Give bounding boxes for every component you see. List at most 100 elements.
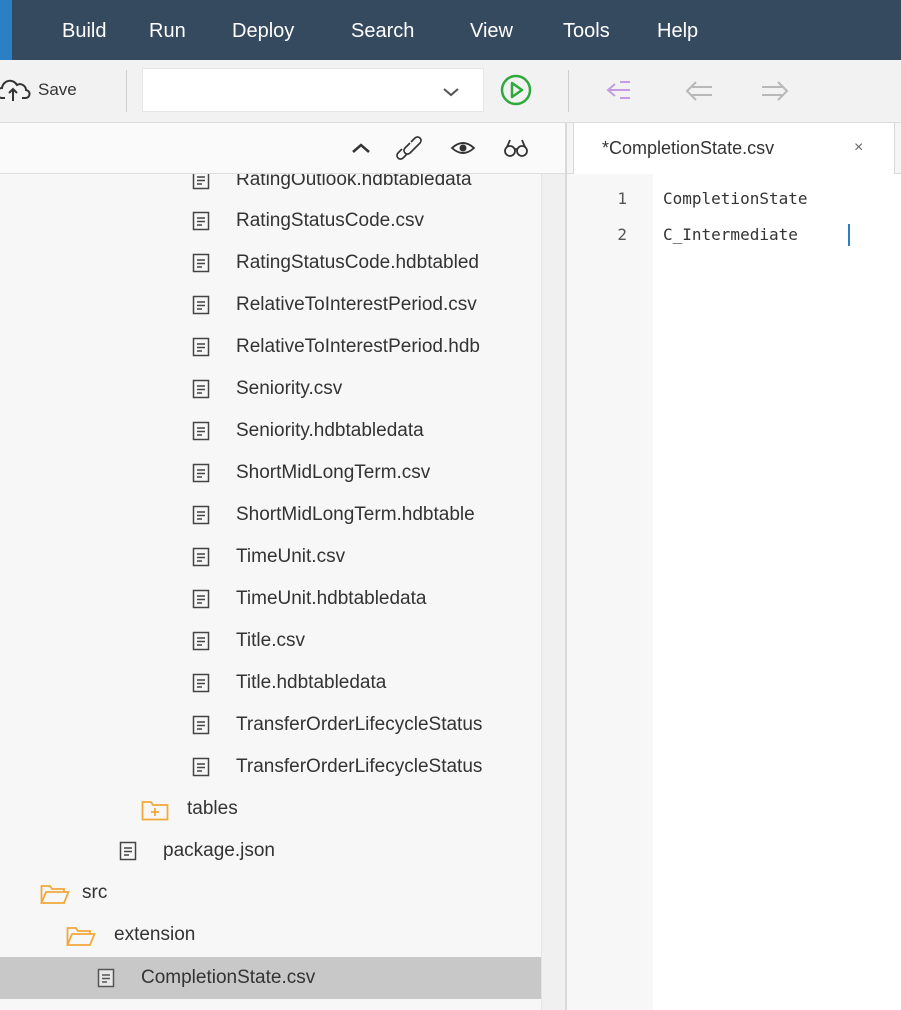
chevron-up-icon[interactable] xyxy=(348,136,374,160)
close-icon[interactable]: × xyxy=(854,123,863,173)
file-icon xyxy=(192,253,210,273)
run-config-select[interactable] xyxy=(142,68,484,112)
eye-icon[interactable] xyxy=(450,136,476,160)
code-line[interactable]: C_Intermediate xyxy=(663,225,798,244)
menu-search[interactable]: Search xyxy=(351,0,414,60)
tree-item-label: RatingOutlook.hdbtabledata xyxy=(236,174,472,190)
tree-item-label: package.json xyxy=(163,840,275,861)
menu-item-active[interactable] xyxy=(0,0,12,60)
tree-item-label: TransferOrderLifecycleStatus xyxy=(236,714,483,735)
tree-item-file[interactable]: RatingOutlook.hdbtabledata xyxy=(0,174,541,201)
toolbar-divider xyxy=(126,70,127,112)
file-icon xyxy=(192,757,210,777)
tree-item-file[interactable]: TransferOrderLifecycleStatus xyxy=(0,704,541,746)
file-icon xyxy=(192,337,210,357)
menu-view[interactable]: View xyxy=(470,0,513,60)
forward-icon[interactable] xyxy=(758,76,792,106)
tree-item-file[interactable]: RatingStatusCode.csv xyxy=(0,200,541,242)
tree-item-folder[interactable]: tables xyxy=(0,788,541,830)
menu-bar: Build Run Deploy Search View Tools Help xyxy=(0,0,901,60)
file-icon xyxy=(192,631,210,651)
tree-item-label: RatingStatusCode.hdbtabled xyxy=(236,252,479,273)
file-icon xyxy=(192,547,210,567)
workspace-panel: RatingOutlook.hdbtabledata RatingStatusC… xyxy=(0,123,566,1010)
text-caret xyxy=(848,224,850,246)
tree-item-label: TransferOrderLifecycleStatus xyxy=(236,756,483,777)
file-icon xyxy=(192,589,210,609)
tree-item-file[interactable]: Title.csv xyxy=(0,620,541,662)
folder-icon xyxy=(141,801,169,821)
tab-title: *CompletionState.csv xyxy=(602,138,775,158)
line-number: 1 xyxy=(617,189,627,208)
save-label: Save xyxy=(38,80,77,99)
file-icon xyxy=(192,174,210,190)
tree-item-label: TimeUnit.hdbtabledata xyxy=(236,588,427,609)
binoculars-icon[interactable] xyxy=(503,136,529,160)
tree-item-file[interactable]: Seniority.csv xyxy=(0,368,541,410)
tree-item-label: Title.csv xyxy=(236,630,305,651)
file-icon xyxy=(192,379,210,399)
workspace-tree: RatingOutlook.hdbtabledata RatingStatusC… xyxy=(0,174,541,1010)
file-icon xyxy=(192,211,210,231)
tree-item-file[interactable]: RelativeToInterestPeriod.csv xyxy=(0,284,541,326)
tree-item-label: tables xyxy=(187,798,238,819)
back-icon[interactable] xyxy=(682,76,716,106)
save-button[interactable]: Save xyxy=(0,74,110,106)
file-icon xyxy=(119,841,137,861)
menu-deploy[interactable]: Deploy xyxy=(232,0,294,60)
toolbar: Save xyxy=(0,60,901,123)
toolbar-divider xyxy=(568,70,569,112)
line-number: 2 xyxy=(617,225,627,244)
tree-item-label: Seniority.hdbtabledata xyxy=(236,420,424,441)
tree-item-file[interactable]: ShortMidLongTerm.csv xyxy=(0,452,541,494)
workspace-toolbar xyxy=(0,123,565,174)
tree-item-label: RelativeToInterestPeriod.csv xyxy=(236,294,477,315)
menu-tools[interactable]: Tools xyxy=(563,0,610,60)
tree-item-label: RelativeToInterestPeriod.hdb xyxy=(236,336,480,357)
cloud-upload-icon xyxy=(0,79,31,101)
run-icon[interactable] xyxy=(498,72,534,108)
tree-item-file[interactable]: Title.hdbtabledata xyxy=(0,662,541,704)
collapse-all-icon[interactable] xyxy=(602,76,636,106)
file-icon xyxy=(192,463,210,483)
tree-item-file[interactable]: ShortMidLongTerm.hdbtable xyxy=(0,494,541,536)
tree-item-file[interactable]: RatingStatusCode.hdbtabled xyxy=(0,242,541,284)
menu-build[interactable]: Build xyxy=(62,0,106,60)
tree-item-file[interactable]: TimeUnit.csv xyxy=(0,536,541,578)
file-icon xyxy=(192,715,210,735)
tree-item-file[interactable]: TimeUnit.hdbtabledata xyxy=(0,578,541,620)
file-icon xyxy=(97,968,115,988)
folder-open-icon xyxy=(40,885,70,904)
file-icon xyxy=(192,673,210,693)
tree-item-folder[interactable]: extension xyxy=(0,914,541,956)
tree-item-label: extension xyxy=(114,924,196,945)
editor-tab[interactable]: *CompletionState.csv × xyxy=(573,123,895,174)
menu-run[interactable]: Run xyxy=(149,0,186,60)
tree-scrollbar[interactable] xyxy=(541,174,565,1010)
code-line[interactable]: CompletionState xyxy=(663,189,808,208)
tree-item-label: ShortMidLongTerm.hdbtable xyxy=(236,504,475,525)
folder-open-icon xyxy=(66,927,96,946)
file-icon xyxy=(192,505,210,525)
menu-help[interactable]: Help xyxy=(657,0,698,60)
tree-item-label: ShortMidLongTerm.csv xyxy=(236,462,431,483)
tree-item-file[interactable]: TransferOrderLifecycleStatus xyxy=(0,746,541,788)
editor-tabbar: *CompletionState.csv × xyxy=(567,123,901,174)
tree-item-label: Seniority.csv xyxy=(236,378,343,399)
tree-item-label: Title.hdbtabledata xyxy=(236,672,387,693)
link-icon[interactable] xyxy=(396,136,422,160)
file-icon xyxy=(192,421,210,441)
chevron-down-icon xyxy=(443,88,459,97)
tree-item-file[interactable]: package.json xyxy=(0,830,541,872)
tree-item-folder[interactable]: src xyxy=(0,872,541,914)
line-number-gutter: 1 2 xyxy=(567,174,653,1010)
tree-item-file[interactable]: Seniority.hdbtabledata xyxy=(0,410,541,452)
tree-item-label: TimeUnit.csv xyxy=(236,546,346,567)
tree-item-file[interactable]: RelativeToInterestPeriod.hdb xyxy=(0,326,541,368)
file-icon xyxy=(192,295,210,315)
tree-item-file-selected[interactable]: CompletionState.csv xyxy=(0,957,541,999)
tree-item-label: src xyxy=(82,882,108,903)
tree-item-label: CompletionState.csv xyxy=(141,967,316,988)
tree-item-label: RatingStatusCode.csv xyxy=(236,210,424,231)
code-editor: *CompletionState.csv × 1 2 CompletionSta… xyxy=(566,123,901,1010)
